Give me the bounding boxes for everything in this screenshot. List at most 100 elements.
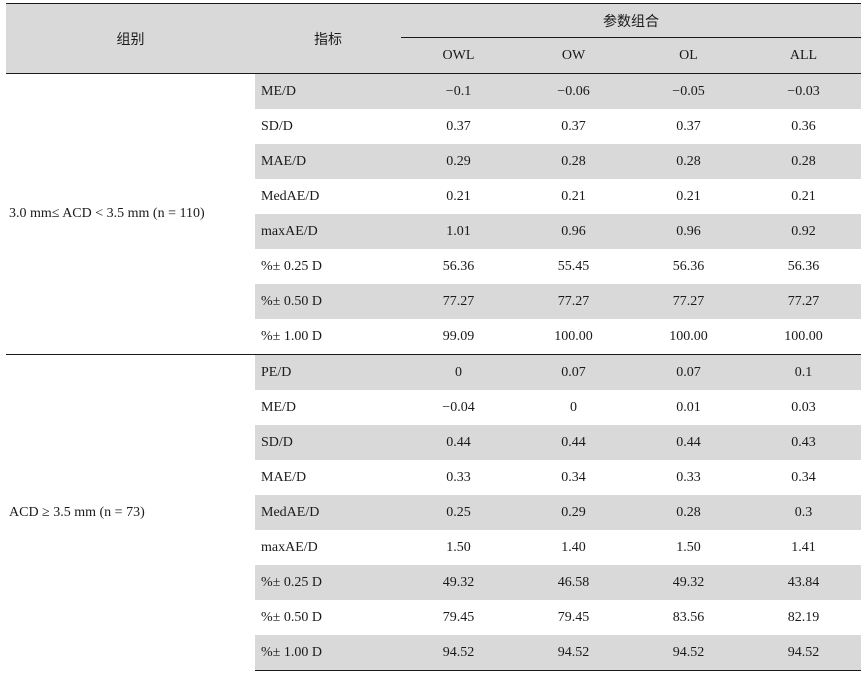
- value-cell: 43.84: [746, 565, 861, 600]
- value-cell: 0.96: [631, 214, 746, 249]
- column-header-ow: OW: [516, 37, 631, 74]
- value-cell: 0.28: [746, 144, 861, 179]
- combo-header: 参数组合: [401, 3, 861, 38]
- value-cell: 0.92: [746, 214, 861, 249]
- value-cell: −0.03: [746, 73, 861, 109]
- metric-label: SD/D: [255, 425, 401, 460]
- value-cell: 0.21: [446, 188, 471, 204]
- value-cell: 0.07: [516, 354, 631, 390]
- value-cell: 0: [570, 399, 577, 415]
- value-cell: 83.56: [672, 609, 705, 625]
- value-cell: 0.01: [676, 399, 701, 415]
- metric-label: MedAE/D: [255, 495, 401, 530]
- column-header-ol: OL: [631, 37, 746, 74]
- value-cell: 49.32: [401, 565, 516, 600]
- document-page: 组别 指标 参数组合 OWL OW OL ALL 3.0 mm≤ ACD < 3…: [0, 0, 868, 677]
- metric-label: %± 0.25 D: [255, 565, 401, 600]
- column-header-all: ALL: [746, 37, 861, 74]
- value-cell: 1.41: [791, 539, 816, 555]
- value-cell: 0.28: [631, 495, 746, 530]
- metric-label: MAE/D: [255, 144, 401, 179]
- value-cell: 56.36: [787, 258, 820, 274]
- value-cell: 1.01: [401, 214, 516, 249]
- value-cell: 0.29: [516, 495, 631, 530]
- value-cell: 79.45: [442, 609, 475, 625]
- value-cell: 0.44: [631, 425, 746, 460]
- table-header: 组别 指标 参数组合 OWL OW OL ALL: [6, 3, 861, 74]
- value-cell: 79.45: [557, 609, 590, 625]
- value-cell: 99.09: [442, 328, 475, 344]
- value-cell: 77.27: [401, 284, 516, 319]
- metric-label: MedAE/D: [261, 188, 320, 204]
- value-cell: 0.21: [791, 188, 816, 204]
- value-cell: −0.1: [401, 73, 516, 109]
- metric-label: maxAE/D: [255, 214, 401, 249]
- value-cell: 0.29: [401, 144, 516, 179]
- value-cell: 77.27: [631, 284, 746, 319]
- metric-label: %± 1.00 D: [261, 328, 322, 344]
- value-cell: 94.52: [746, 635, 861, 671]
- value-cell: −0.06: [516, 73, 631, 109]
- value-cell: 100.00: [554, 328, 593, 344]
- value-cell: 0.25: [401, 495, 516, 530]
- value-cell: 100.00: [669, 328, 708, 344]
- value-cell: 1.50: [676, 539, 701, 555]
- value-cell: 0.44: [401, 425, 516, 460]
- value-cell: 56.36: [442, 258, 475, 274]
- metric-label: ME/D: [255, 73, 401, 109]
- table-row: ACD ≥ 3.5 mm (n = 73) PE/D 0 0.07 0.07 0.1: [6, 354, 861, 671]
- metric-label: %± 0.50 D: [261, 609, 322, 625]
- metric-label: ME/D: [261, 399, 296, 415]
- group-label: 3.0 mm≤ ACD < 3.5 mm (n = 110): [6, 73, 255, 355]
- value-cell: 0.43: [746, 425, 861, 460]
- metric-header: 指标: [255, 3, 401, 74]
- value-cell: −0.05: [631, 73, 746, 109]
- metric-label: MAE/D: [261, 469, 307, 485]
- group-header: 组别: [6, 3, 255, 74]
- value-cell: 0.34: [561, 469, 586, 485]
- value-cell: 0.96: [516, 214, 631, 249]
- results-table: 组别 指标 参数组合 OWL OW OL ALL 3.0 mm≤ ACD < 3…: [6, 3, 861, 671]
- value-cell: 56.36: [672, 258, 705, 274]
- metric-label: %± 0.50 D: [255, 284, 401, 319]
- value-cell: 0.21: [676, 188, 701, 204]
- value-cell: 77.27: [516, 284, 631, 319]
- value-cell: −0.04: [442, 399, 475, 415]
- metric-label: SD/D: [261, 118, 293, 134]
- value-cell: 55.45: [557, 258, 590, 274]
- value-cell: 100.00: [784, 328, 823, 344]
- value-cell: 0.36: [791, 118, 816, 134]
- value-cell: 0.1: [746, 354, 861, 390]
- metric-label: maxAE/D: [261, 539, 318, 555]
- value-cell: 1.50: [446, 539, 471, 555]
- column-header-owl: OWL: [401, 37, 516, 74]
- metric-label: %± 1.00 D: [255, 635, 401, 671]
- value-cell: 0.33: [676, 469, 701, 485]
- metric-label: %± 0.25 D: [261, 258, 322, 274]
- value-cell: 94.52: [401, 635, 516, 671]
- value-cell: 0.37: [561, 118, 586, 134]
- value-cell: 1.40: [561, 539, 586, 555]
- value-cell: 0.03: [791, 399, 816, 415]
- value-cell: 94.52: [516, 635, 631, 671]
- table-body: 3.0 mm≤ ACD < 3.5 mm (n = 110) ME/D −0.1 −0…: [6, 73, 861, 671]
- value-cell: 0.33: [446, 469, 471, 485]
- value-cell: 0.21: [561, 188, 586, 204]
- value-cell: 0.37: [446, 118, 471, 134]
- value-cell: 0.28: [516, 144, 631, 179]
- value-cell: 82.19: [787, 609, 820, 625]
- table-row: 3.0 mm≤ ACD < 3.5 mm (n = 110) ME/D −0.1 −0…: [6, 73, 861, 355]
- value-cell: 94.52: [631, 635, 746, 671]
- group-label: ACD ≥ 3.5 mm (n = 73): [6, 354, 255, 671]
- value-cell: 0: [401, 354, 516, 390]
- value-cell: 0.37: [676, 118, 701, 134]
- value-cell: 0.44: [516, 425, 631, 460]
- value-cell: 0.34: [791, 469, 816, 485]
- value-cell: 77.27: [746, 284, 861, 319]
- value-cell: 49.32: [631, 565, 746, 600]
- value-cell: 46.58: [516, 565, 631, 600]
- value-cell: 0.28: [631, 144, 746, 179]
- metric-label: PE/D: [255, 354, 401, 390]
- value-cell: 0.3: [746, 495, 861, 530]
- value-cell: 0.07: [631, 354, 746, 390]
